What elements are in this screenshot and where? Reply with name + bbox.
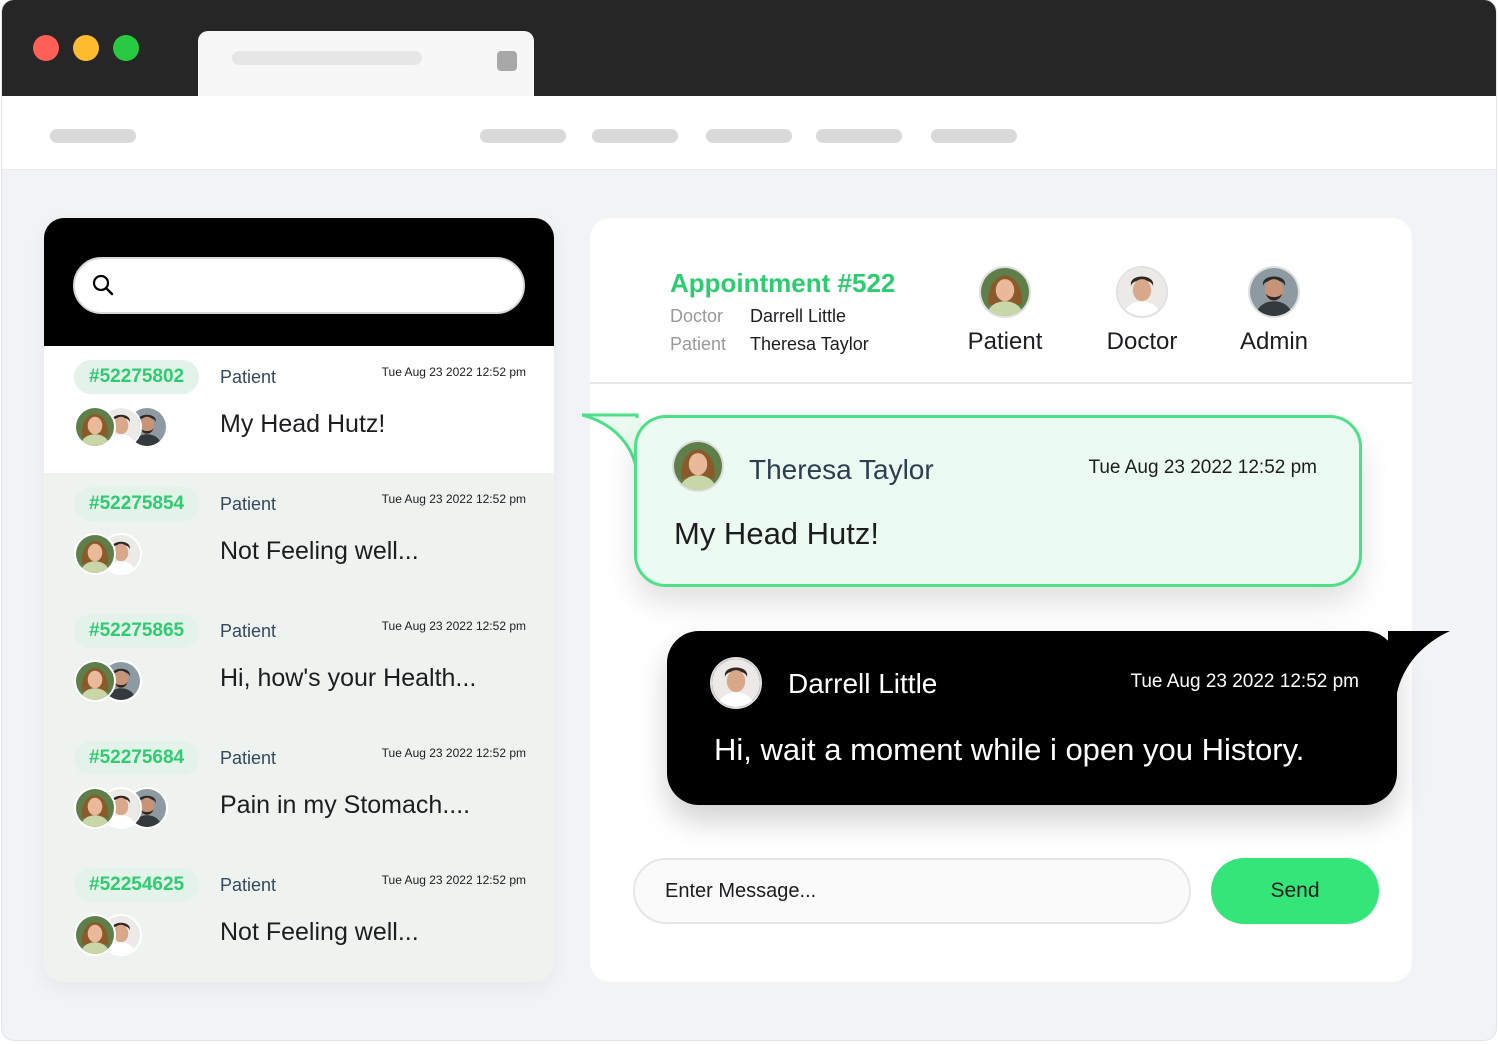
avatar — [74, 533, 116, 575]
conversation-item[interactable]: #52275684 Patient Tue Aug 23 2022 12:52 pm… — [44, 727, 554, 854]
avatar — [74, 914, 116, 956]
message-sender: Darrell Little — [788, 668, 938, 699]
participant-label: Doctor — [1106, 328, 1178, 355]
conversation-time: Tue Aug 23 2022 12:52 pm — [381, 873, 526, 887]
search-box[interactable] — [73, 257, 525, 314]
message-sender: Theresa Taylor — [749, 454, 934, 485]
conversation-preview: Not Feeling well... — [220, 537, 419, 565]
doctor-name: Darrell Little — [750, 306, 847, 326]
conversation-preview: Not Feeling well... — [220, 918, 419, 946]
browser-tab[interactable] — [198, 31, 534, 97]
conversation-role: Patient — [220, 367, 277, 387]
conversation-item[interactable]: #52275802 Patient Tue Aug 23 2022 12:52 pm… — [44, 346, 554, 473]
patient-key: Patient — [670, 334, 727, 354]
nav-link-placeholder-5[interactable] — [931, 129, 1017, 143]
conversation-role: Patient — [220, 621, 277, 641]
message-outgoing: Darrell Little Tue Aug 23 2022 12:52 pm … — [667, 631, 1397, 805]
nav-link-placeholder-3[interactable] — [706, 129, 792, 143]
conversation-id-badge: #52275854 — [74, 487, 200, 521]
conversation-id-badge: #52275865 — [74, 614, 200, 648]
message-text: Hi, wait a moment while i open you Histo… — [714, 732, 1305, 767]
minimize-window-dot[interactable] — [73, 35, 99, 61]
participant-label: Admin — [1239, 328, 1309, 355]
send-button[interactable]: Send — [1211, 858, 1379, 924]
avatar — [74, 787, 116, 829]
message-text: My Head Hutz! — [674, 516, 880, 551]
message-incoming: Theresa Taylor Tue Aug 23 2022 12:52 pm … — [634, 415, 1362, 587]
participant-doctor[interactable]: Doctor — [1077, 266, 1207, 356]
avatar — [74, 660, 116, 702]
avatar — [74, 406, 116, 448]
tab-title-placeholder — [232, 51, 422, 65]
title-bar — [2, 0, 1496, 97]
avatar — [672, 440, 724, 492]
conversation-time: Tue Aug 23 2022 12:52 pm — [381, 365, 526, 379]
tab-close-icon[interactable] — [497, 51, 517, 71]
participant-admin[interactable]: Admin — [1209, 266, 1339, 356]
conversation-id-badge: #52275802 — [74, 360, 200, 394]
message-time: Tue Aug 23 2022 12:52 pm — [1130, 671, 1359, 692]
conversation-list-panel: #52275802 Patient Tue Aug 23 2022 12:52 pm… — [44, 218, 554, 982]
nav-link-placeholder-1[interactable] — [480, 129, 566, 143]
conversation-role: Patient — [220, 494, 277, 514]
close-window-dot[interactable] — [33, 35, 59, 61]
avatar — [1116, 266, 1168, 318]
chat-divider — [590, 382, 1412, 384]
participant-patient[interactable]: Patient — [940, 266, 1070, 356]
conversation-item[interactable]: #52254625 Patient Tue Aug 23 2022 12:52 pm… — [44, 854, 554, 981]
search-icon — [92, 274, 114, 296]
conversation-list-header — [44, 218, 554, 346]
conversation-role: Patient — [220, 875, 277, 895]
conversation-preview: Pain in my Stomach.... — [220, 791, 471, 819]
conversation-time: Tue Aug 23 2022 12:52 pm — [381, 619, 526, 633]
search-input[interactable] — [127, 269, 507, 303]
conversation-role: Patient — [220, 748, 277, 768]
conversation-preview: My Head Hutz! — [220, 410, 386, 438]
conversation-item[interactable]: #52275854 Patient Tue Aug 23 2022 12:52 pm… — [44, 473, 554, 600]
conversation-time: Tue Aug 23 2022 12:52 pm — [381, 746, 526, 760]
incoming-bubble-tail — [582, 413, 642, 473]
conversation-id-badge: #52254625 — [74, 868, 200, 902]
maximize-window-dot[interactable] — [113, 35, 139, 61]
outgoing-bubble-tail — [1388, 631, 1450, 693]
message-time: Tue Aug 23 2022 12:52 pm — [1088, 457, 1317, 478]
conversation-time: Tue Aug 23 2022 12:52 pm — [381, 492, 526, 506]
appointment-title: Appointment #522 — [670, 268, 896, 298]
message-composer[interactable] — [633, 858, 1191, 924]
avatar — [979, 266, 1031, 318]
doctor-key: Doctor — [670, 306, 724, 326]
logo-placeholder[interactable] — [50, 129, 136, 143]
message-input[interactable] — [665, 874, 1165, 908]
conversation-item[interactable]: #52275865 Patient Tue Aug 23 2022 12:52 pm… — [44, 600, 554, 727]
avatar — [1248, 266, 1300, 318]
patient-name: Theresa Taylor — [750, 334, 869, 354]
nav-link-placeholder-2[interactable] — [592, 129, 678, 143]
site-navbar — [2, 96, 1496, 170]
avatar — [710, 657, 762, 709]
nav-link-placeholder-4[interactable] — [816, 129, 902, 143]
conversation-preview: Hi, how's your Health... — [220, 664, 477, 692]
participant-label: Patient — [967, 328, 1043, 355]
conversation-id-badge: #52275684 — [74, 741, 200, 775]
